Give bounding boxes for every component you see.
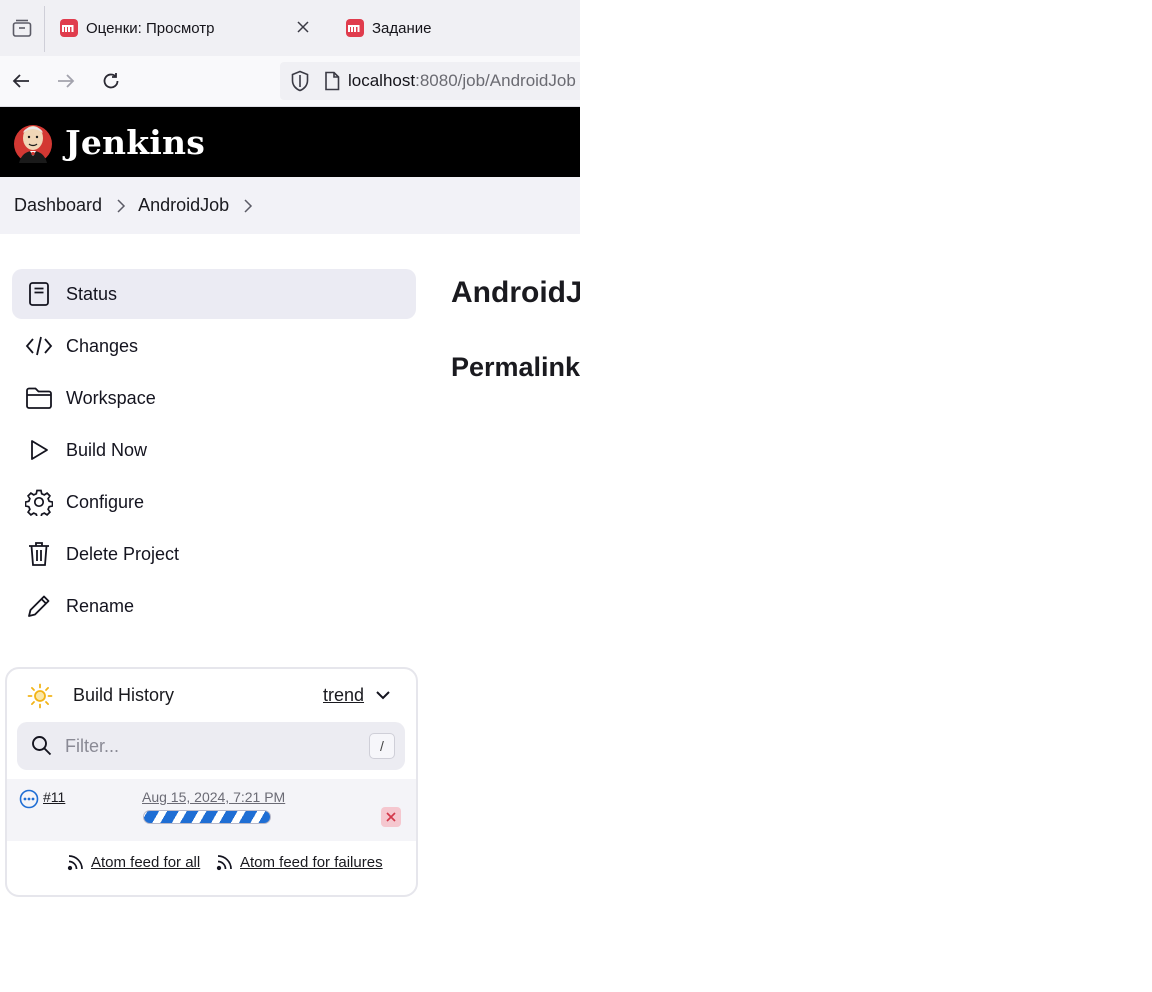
reload-icon <box>103 73 119 89</box>
breadcrumb-dashboard[interactable]: Dashboard <box>14 195 102 216</box>
sidebar-item-delete-project[interactable]: Delete Project <box>12 529 416 579</box>
sidebar-item-label: Status <box>66 283 118 304</box>
close-icon <box>386 812 396 822</box>
permalinks-heading: Permalinks <box>451 352 580 382</box>
build-row: #11 Aug 15, 2024, 7:21 PM <box>7 779 416 841</box>
play-icon <box>24 435 54 465</box>
breadcrumb-androidjob[interactable]: AndroidJob <box>138 195 229 216</box>
page-icon <box>325 71 340 91</box>
reload-button[interactable] <box>95 65 127 97</box>
tab-list-button[interactable] <box>0 0 44 56</box>
close-tab-button[interactable] <box>294 18 312 36</box>
status-icon <box>24 279 54 309</box>
pencil-icon <box>24 591 54 621</box>
code-icon <box>24 331 54 361</box>
breadcrumb: Dashboard AndroidJob <box>0 177 580 234</box>
build-history-header: Build History trend <box>7 669 416 721</box>
sidebar-item-changes[interactable]: Changes <box>12 321 416 371</box>
in-progress-status-icon <box>19 789 39 809</box>
rss-icon <box>216 855 232 871</box>
url-text: localhost:8080/job/AndroidJob <box>348 71 576 91</box>
tab-title: Задание <box>372 19 432 37</box>
sidebar-item-label: Delete Project <box>66 543 180 564</box>
sidebar-item-label: Changes <box>66 335 139 356</box>
browser-viewport: Оценки: Просмотр Задание localhost:8080/… <box>0 0 580 992</box>
chevron-right-icon[interactable] <box>243 198 253 213</box>
sun-weather-icon <box>27 683 53 709</box>
sidebar-item-status[interactable]: Status <box>12 269 416 319</box>
atom-feeds: Atom feed for all Atom feed for failures <box>7 853 416 883</box>
jenkins-header: Jenkins <box>0 107 580 177</box>
jenkins-title[interactable]: Jenkins <box>65 123 205 162</box>
sidebar-item-label: Build Now <box>66 439 148 460</box>
browser-nav-bar: localhost:8080/job/AndroidJob <box>0 56 580 107</box>
shield-icon <box>291 70 309 92</box>
forward-arrow-icon <box>58 74 75 88</box>
url-path: :8080/job/AndroidJob <box>415 71 576 90</box>
close-icon <box>297 21 309 33</box>
gear-icon <box>24 487 54 517</box>
url-bar[interactable]: localhost:8080/job/AndroidJob <box>280 62 580 100</box>
cancel-build-button[interactable] <box>381 807 401 827</box>
build-number-link[interactable]: #11 <box>43 789 65 805</box>
back-button[interactable] <box>5 65 37 97</box>
build-filter-box: / <box>17 722 405 770</box>
build-date-link[interactable]: Aug 15, 2024, 7:21 PM <box>142 789 285 805</box>
page-title: AndroidJob <box>451 276 580 309</box>
trend-link[interactable]: trend <box>323 685 364 706</box>
back-arrow-icon <box>12 74 29 88</box>
folder-icon <box>24 383 54 413</box>
tab-list-icon <box>12 19 32 37</box>
tab-title: Оценки: Просмотр <box>86 19 215 37</box>
jenkins-logo-icon[interactable] <box>13 119 53 165</box>
filter-shortcut-key: / <box>369 733 395 759</box>
chevron-down-icon[interactable] <box>373 685 393 705</box>
build-history-title: Build History <box>73 685 175 705</box>
build-filter-input[interactable] <box>63 730 357 762</box>
feed-failures-label: Atom feed for failures <box>240 853 383 871</box>
sidebar-item-label: Configure <box>66 491 145 512</box>
feed-failures-link[interactable]: Atom feed for failures <box>216 853 383 871</box>
build-progress-bar[interactable] <box>143 810 271 824</box>
tab-separator <box>44 6 45 52</box>
search-icon <box>32 736 52 756</box>
trash-icon <box>24 539 54 569</box>
sidebar-item-build-now[interactable]: Build Now <box>12 425 416 475</box>
sidebar-item-rename[interactable]: Rename <box>12 581 416 631</box>
sidebar-item-label: Rename <box>66 595 135 616</box>
browser-tab-assignment[interactable]: Задание <box>332 6 580 50</box>
moodle-favicon-icon <box>60 19 78 37</box>
moodle-favicon-icon <box>346 19 364 37</box>
browser-tab-strip: Оценки: Просмотр Задание <box>0 0 580 56</box>
sidebar-item-workspace[interactable]: Workspace <box>12 373 416 423</box>
feed-all-link[interactable]: Atom feed for all <box>67 853 200 871</box>
rss-icon <box>67 855 83 871</box>
feed-all-label: Atom feed for all <box>91 853 201 871</box>
url-host: localhost <box>348 71 416 90</box>
build-history-card: Build History trend / #11 Aug 15, 2024, … <box>5 667 418 897</box>
browser-tab-grades[interactable]: Оценки: Просмотр <box>46 6 326 50</box>
chevron-right-icon <box>116 198 126 213</box>
sidebar-item-configure[interactable]: Configure <box>12 477 416 527</box>
forward-button[interactable] <box>50 65 82 97</box>
sidebar-item-label: Workspace <box>66 387 156 408</box>
